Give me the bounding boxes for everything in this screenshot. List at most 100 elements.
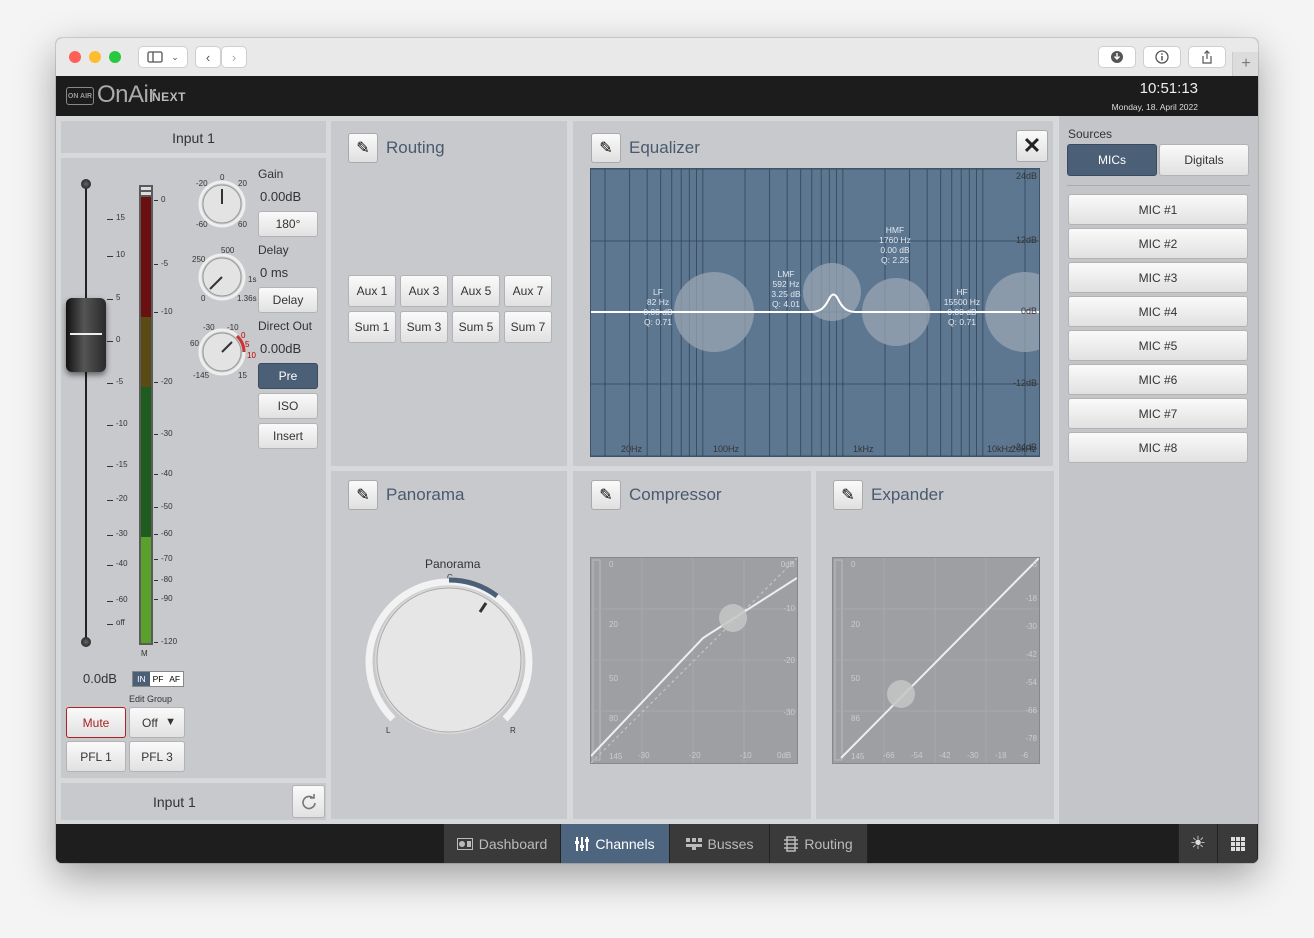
- pfl-1-button[interactable]: PFL 1: [66, 741, 126, 772]
- fader-scale-label: 5: [116, 293, 121, 302]
- routing-button[interactable]: Sum 5: [452, 311, 500, 343]
- eq-band-q: Q: 0.71: [948, 317, 976, 327]
- channel-footer-name: Input 1: [153, 794, 196, 810]
- direct-out-knob[interactable]: [197, 327, 247, 377]
- routing-edit-button[interactable]: ✎: [348, 133, 378, 163]
- fader-scale-label: -5: [116, 377, 124, 386]
- pfl-3-button[interactable]: PFL 3: [129, 741, 185, 772]
- meter-tick: [154, 642, 158, 643]
- compressor-bottom-scale-label: -30: [638, 751, 650, 760]
- gain-knob[interactable]: [197, 179, 247, 229]
- sources-tab-mics[interactable]: MICs: [1067, 144, 1157, 176]
- panorama-edit-button[interactable]: ✎: [348, 480, 378, 510]
- expander-right-scale-label: 6: [1032, 560, 1037, 569]
- channel-strip: 15 10 5 0 -5 -10 -15 -20 -30 -40 -60 off 0 -5 -10 -20 -…: [61, 158, 326, 778]
- fader-tick: [107, 565, 113, 566]
- forward-button[interactable]: ›: [221, 46, 247, 68]
- compressor-curve: [591, 558, 797, 763]
- fader-tick: [107, 299, 113, 300]
- compressor-bottom-scale-label: -10: [740, 751, 752, 760]
- fader-scale-label: off: [116, 618, 125, 627]
- gain-label: Gain: [258, 167, 284, 181]
- source-item-mic-8[interactable]: MIC #8: [1068, 432, 1248, 463]
- equalizer-close-button[interactable]: ✕: [1016, 130, 1048, 162]
- meter-scale-label: -80: [161, 575, 173, 584]
- insert-button[interactable]: Insert: [258, 423, 318, 449]
- delay-knob[interactable]: [197, 252, 247, 302]
- share-icon: [1202, 50, 1212, 64]
- routing-button[interactable]: Sum 1: [348, 311, 396, 343]
- phase-invert-button[interactable]: 180°: [258, 211, 318, 237]
- nav-tab-channels[interactable]: Channels: [561, 824, 670, 863]
- expander-edit-button[interactable]: ✎: [833, 480, 863, 510]
- delay-button[interactable]: Delay: [258, 287, 318, 313]
- info-button[interactable]: [1143, 46, 1181, 68]
- expander-right-scale-label: -42: [1025, 650, 1037, 659]
- source-item-mic-2[interactable]: MIC #2: [1068, 228, 1248, 259]
- routing-button[interactable]: Sum 3: [400, 311, 448, 343]
- delay-label: Delay: [258, 243, 289, 257]
- back-button[interactable]: ‹: [195, 46, 221, 68]
- compressor-right-scale-label: -10: [783, 604, 795, 613]
- panorama-title: Panorama: [386, 485, 465, 504]
- eq-frequency-label: 20Hz: [621, 444, 643, 454]
- routing-button[interactable]: Aux 3: [400, 275, 448, 307]
- nav-tab-dashboard[interactable]: Dashboard: [444, 824, 561, 863]
- expander-curve: [833, 558, 1039, 763]
- downloads-button[interactable]: [1098, 46, 1136, 68]
- eq-graph[interactable]: 24dB 12dB 0dB -12dB -24dB 20Hz 100Hz 1kHz 10kHz 2…: [590, 168, 1040, 457]
- routing-button[interactable]: Aux 5: [452, 275, 500, 307]
- nav-tab-label: Routing: [804, 835, 853, 852]
- routing-button[interactable]: Aux 7: [504, 275, 552, 307]
- routing-button[interactable]: Sum 7: [504, 311, 552, 343]
- nav-tab-routing[interactable]: Routing: [770, 824, 868, 863]
- sources-tab-digitals[interactable]: Digitals: [1159, 144, 1249, 176]
- date: Monday, 18. April 2022: [1111, 102, 1198, 112]
- expander-graph[interactable]: 0 20 50 86 145 6 -18 -30 -42 -54 -66 -78 -66 -54 -42 -3…: [832, 557, 1040, 764]
- apps-grid-button[interactable]: [1218, 824, 1258, 863]
- eq-frequency-label: 20kHz: [1011, 444, 1037, 454]
- panorama-knob[interactable]: [364, 575, 534, 745]
- source-item-mic-5[interactable]: MIC #5: [1068, 330, 1248, 361]
- fader-knob[interactable]: [66, 298, 106, 372]
- info-icon: [1155, 50, 1169, 64]
- meter-scale-label: -50: [161, 502, 173, 511]
- reset-button[interactable]: [292, 785, 325, 818]
- channels-icon: [575, 836, 590, 851]
- source-item-mic-7[interactable]: MIC #7: [1068, 398, 1248, 429]
- source-item-mic-1[interactable]: MIC #1: [1068, 194, 1248, 225]
- eq-frequency-label: 10kHz: [987, 444, 1013, 454]
- equalizer-edit-button[interactable]: ✎: [591, 133, 621, 163]
- expander-left-scale-label: 50: [851, 674, 860, 683]
- minimize-window-button[interactable]: [89, 51, 101, 63]
- tap-point-af[interactable]: AF: [166, 672, 183, 686]
- pencil-icon: ✎: [356, 140, 370, 157]
- tap-point-in[interactable]: IN: [133, 672, 150, 686]
- nav-tab-busses[interactable]: Busses: [670, 824, 770, 863]
- sidebar-toggle-button[interactable]: ⌄: [138, 46, 188, 68]
- iso-button[interactable]: ISO: [258, 393, 318, 419]
- edit-group-dropdown[interactable]: Off ▼: [129, 707, 185, 738]
- source-item-mic-4[interactable]: MIC #4: [1068, 296, 1248, 327]
- compressor-bottom-scale-label: 0dB: [777, 751, 792, 760]
- brightness-button[interactable]: ☀: [1178, 824, 1218, 863]
- mute-button[interactable]: Mute: [66, 707, 126, 738]
- tap-point-selector[interactable]: IN PF AF: [132, 671, 184, 687]
- expander-bottom-scale-label: -6: [1021, 751, 1029, 760]
- new-tab-button[interactable]: +: [1232, 52, 1258, 76]
- compressor-graph[interactable]: 0 20 50 80 145 0dB -10 -20 -30 -30 -20 -10 0dB: [590, 557, 798, 764]
- source-item-mic-6[interactable]: MIC #6: [1068, 364, 1248, 395]
- expander-right-scale-label: -78: [1025, 734, 1037, 743]
- source-item-mic-3[interactable]: MIC #3: [1068, 262, 1248, 293]
- tap-point-pf[interactable]: PF: [150, 672, 167, 686]
- fader-tick: [107, 256, 113, 257]
- compressor-right-scale-label: -20: [783, 656, 795, 665]
- direct-out-value: 0.00dB: [260, 341, 302, 356]
- compressor-edit-button[interactable]: ✎: [591, 480, 621, 510]
- zoom-window-button[interactable]: [109, 51, 121, 63]
- routing-button[interactable]: Aux 1: [348, 275, 396, 307]
- app-header: ON AIR OnAir NEXT 10:51:13 Monday, 18. A…: [56, 76, 1258, 116]
- pre-button[interactable]: Pre: [258, 363, 318, 389]
- share-button[interactable]: [1188, 46, 1226, 68]
- close-window-button[interactable]: [69, 51, 81, 63]
